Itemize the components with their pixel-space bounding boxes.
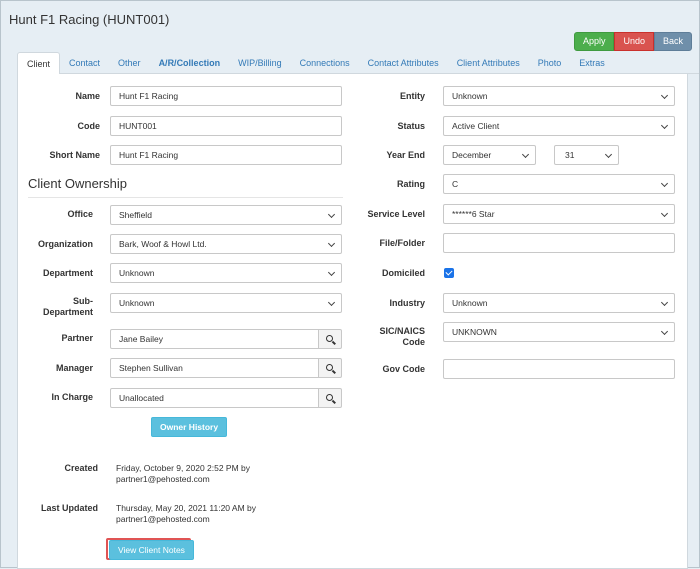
- client-ownership-heading: Client Ownership: [28, 176, 343, 198]
- search-icon: [326, 394, 333, 401]
- last-updated-info: Thursday, May 20, 2021 11:20 AM by partn…: [116, 503, 256, 525]
- last-updated-datetime: Thursday, May 20, 2021 11:20 AM by: [116, 503, 257, 513]
- owner-history-button[interactable]: Owner History: [151, 417, 228, 437]
- department-label: Department: [42, 268, 93, 278]
- partner-field[interactable]: Jane Bailey: [110, 329, 319, 349]
- sic-naics-label: SIC/NAICS Code: [345, 326, 425, 348]
- tab-wip-billing[interactable]: WIP/Billing: [229, 52, 291, 74]
- action-button-group: Apply Undo Back: [573, 32, 692, 51]
- year-end-month-select[interactable]: December: [443, 145, 536, 165]
- short-name-field[interactable]: Hunt F1 Racing: [110, 145, 342, 165]
- apply-button[interactable]: Apply: [573, 32, 615, 51]
- office-select[interactable]: Sheffield: [110, 205, 342, 225]
- sic-naics-select[interactable]: UNKNOWN: [443, 322, 675, 342]
- tab-connections[interactable]: Connections: [291, 52, 359, 74]
- year-end-label: Year End: [386, 150, 425, 160]
- tab-client-attributes[interactable]: Client Attributes: [448, 52, 529, 74]
- tab-ar-collection[interactable]: A/R/Collection: [150, 52, 230, 74]
- service-level-select[interactable]: ******6 Star: [443, 204, 675, 224]
- client-window: Hunt F1 Racing (HUNT001) Apply Undo Back…: [0, 0, 700, 569]
- office-label: Office: [67, 209, 93, 219]
- entity-select[interactable]: Unknown: [443, 86, 675, 106]
- sub-department-select[interactable]: Unknown: [110, 293, 342, 313]
- created-datetime: Friday, October 9, 2020 2:52 PM by: [116, 463, 251, 473]
- created-by: partner1@pehosted.com: [116, 474, 210, 484]
- year-end-day-select[interactable]: 31: [554, 145, 619, 165]
- in-charge-lookup-button[interactable]: [319, 388, 342, 408]
- created-info: Friday, October 9, 2020 2:52 PM by partn…: [116, 463, 250, 485]
- tab-other[interactable]: Other: [109, 52, 150, 74]
- domiciled-checkbox[interactable]: [444, 268, 454, 278]
- manager-label: Manager: [55, 363, 93, 373]
- partner-lookup-button[interactable]: [319, 329, 342, 349]
- gov-code-field[interactable]: [443, 359, 675, 379]
- back-button[interactable]: Back: [653, 32, 692, 51]
- last-updated-label: Last Updated: [40, 503, 98, 513]
- sub-department-label: Sub- Department: [13, 296, 93, 318]
- partner-label: Partner: [61, 333, 93, 343]
- tab-extras[interactable]: Extras: [570, 52, 614, 74]
- rating-select[interactable]: C: [443, 174, 675, 194]
- sic-naics-label-line2: Code: [402, 337, 426, 347]
- tab-client[interactable]: Client: [17, 52, 61, 75]
- manager-lookup-button[interactable]: [319, 358, 342, 378]
- code-field[interactable]: HUNT001: [110, 116, 342, 136]
- tab-contact[interactable]: Contact: [60, 52, 109, 74]
- sub-department-label-line1: Sub-: [73, 296, 93, 306]
- manager-field[interactable]: Stephen Sullivan: [110, 358, 319, 378]
- sub-department-label-line2: Department: [42, 307, 93, 317]
- in-charge-label: In Charge: [51, 392, 93, 402]
- client-form-panel: Name Hunt F1 Racing Code HUNT001 Short N…: [17, 74, 688, 569]
- industry-label: Industry: [389, 298, 425, 308]
- view-client-notes-button[interactable]: View Client Notes: [109, 540, 194, 560]
- tab-bar: Client Contact Other A/R/Collection WIP/…: [17, 52, 699, 75]
- last-updated-by: partner1@pehosted.com: [116, 514, 210, 524]
- department-select[interactable]: Unknown: [110, 263, 342, 283]
- search-icon: [326, 335, 333, 342]
- name-label: Name: [75, 91, 100, 101]
- tab-photo[interactable]: Photo: [529, 52, 571, 74]
- undo-button[interactable]: Undo: [614, 32, 654, 51]
- search-icon: [326, 364, 333, 371]
- sic-naics-label-line1: SIC/NAICS: [379, 326, 425, 336]
- status-select[interactable]: Active Client: [443, 116, 675, 136]
- domiciled-label: Domiciled: [381, 268, 425, 278]
- created-label: Created: [64, 463, 98, 473]
- in-charge-field[interactable]: Unallocated: [110, 388, 319, 408]
- organization-select[interactable]: Bark, Woof & Howl Ltd.: [110, 234, 342, 254]
- file-folder-label: File/Folder: [379, 238, 425, 248]
- organization-label: Organization: [37, 239, 93, 249]
- file-folder-field[interactable]: [443, 233, 675, 253]
- status-label: Status: [397, 121, 425, 131]
- industry-select[interactable]: Unknown: [443, 293, 675, 313]
- code-label: Code: [77, 121, 101, 131]
- rating-label: Rating: [397, 179, 425, 189]
- service-level-label: Service Level: [367, 209, 425, 219]
- entity-label: Entity: [399, 91, 425, 101]
- page-title: Hunt F1 Racing (HUNT001): [9, 12, 170, 27]
- name-field[interactable]: Hunt F1 Racing: [110, 86, 342, 106]
- gov-code-label: Gov Code: [382, 364, 425, 374]
- tab-contact-attributes[interactable]: Contact Attributes: [359, 52, 448, 74]
- short-name-label: Short Name: [49, 150, 100, 160]
